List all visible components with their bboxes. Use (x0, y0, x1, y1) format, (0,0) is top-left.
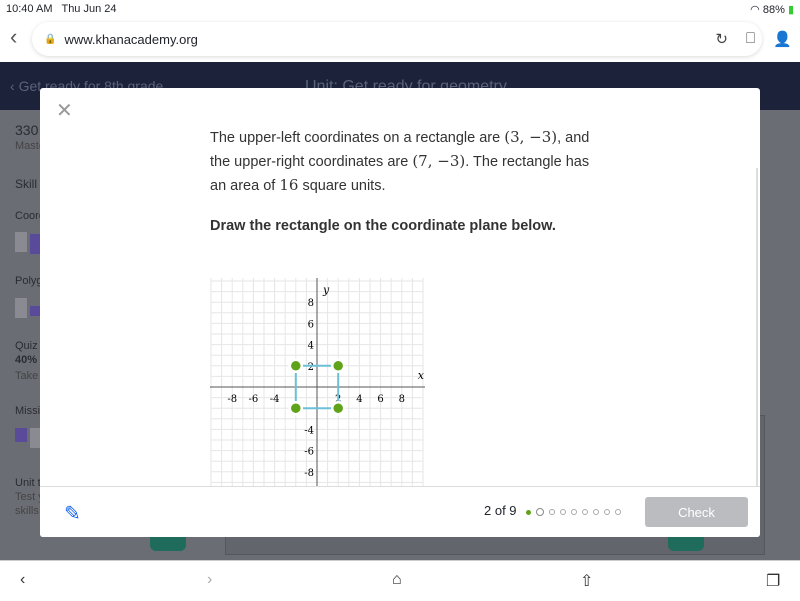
unit-test-desc2: skills (15, 505, 39, 517)
q-point-2: (7, −3) (412, 152, 466, 170)
wifi-icon: ◠ (750, 3, 760, 16)
rectangle-vertex-handle[interactable] (288, 358, 304, 374)
profile-icon[interactable]: 👤 (773, 30, 792, 48)
home-icon[interactable]: ⌂ (392, 571, 402, 589)
date: Thu Jun 24 (61, 3, 117, 15)
x-tick-label: -4 (270, 394, 280, 405)
lock-icon: 🔒 (44, 33, 57, 45)
y-tick-label: -4 (304, 425, 314, 436)
bookmark-icon[interactable]: ⎕ (746, 30, 755, 48)
decoration (668, 537, 704, 551)
battery-percent: 88% (762, 3, 785, 16)
q-area: 16 (279, 176, 299, 194)
progress-dot (526, 509, 531, 515)
exercise-modal: ✕ The upper-left coordinates on a rectan… (40, 88, 760, 537)
status-bar: 10:40 AM Thu Jun 24 ◠ 88% ▮ (0, 0, 800, 18)
skill-heading: Skill (15, 177, 38, 191)
rectangle-vertex-handle[interactable] (330, 358, 346, 374)
progress-text: 2 of 9 (484, 503, 517, 518)
y-tick-label: 8 (308, 298, 314, 309)
instruction: Draw the rectangle on the coordinate pla… (210, 218, 556, 234)
url-text: www.khanacademy.org (64, 31, 198, 47)
y-tick-label: 6 (308, 319, 314, 330)
skill-polyg[interactable]: Polyg (15, 275, 43, 288)
q-text: an area of (210, 178, 280, 194)
q-text: the upper-right coordinates are (210, 154, 413, 170)
coordinate-plane[interactable]: -8 -6 -4 2 4 6 88642-4-6-8xy (210, 278, 426, 490)
x-axis-label: x (418, 369, 425, 382)
question-text: The upper-left coordinates on a rectangl… (210, 126, 600, 198)
skill-missing[interactable]: Missi (15, 405, 40, 418)
decoration (150, 537, 186, 551)
quiz-label[interactable]: Quiz (15, 340, 38, 353)
x-tick-label: -6 (249, 394, 259, 405)
progress-dot (571, 509, 577, 515)
take-quiz[interactable]: Take (15, 370, 38, 383)
forward-icon[interactable]: › (207, 571, 212, 589)
scratchpad-icon[interactable]: ✎ (64, 501, 81, 526)
share-icon[interactable]: ⇧ (580, 571, 593, 591)
reload-icon[interactable]: ↻ (715, 30, 728, 48)
y-tick-label: -6 (304, 447, 314, 458)
rectangle-vertex-handle[interactable] (330, 400, 346, 416)
progress-dot (604, 509, 610, 515)
back-icon[interactable]: ‹ (20, 571, 25, 589)
progress-dot (549, 509, 555, 515)
score: 330 (15, 122, 39, 138)
y-tick-label: 2 (308, 362, 314, 373)
x-tick-label: 8 (399, 394, 405, 405)
progress-dot (536, 508, 544, 516)
progress-dot (593, 509, 599, 515)
check-button[interactable]: Check (645, 497, 748, 527)
rectangle-vertex-handle[interactable] (288, 400, 304, 416)
battery-icon: ▮ (787, 3, 794, 16)
progress-dot (560, 509, 566, 515)
address-bar[interactable]: 🔒 www.khanacademy.org (32, 22, 762, 56)
x-tick-label: 6 (377, 394, 383, 405)
q-text: square units. (298, 178, 386, 194)
progress-dots (526, 508, 621, 516)
progress-dot (615, 509, 621, 515)
safari-bottom-bar: ‹ › ⌂ ⇧ ❐ (0, 560, 800, 601)
q-text: . The rectangle has (465, 154, 590, 170)
tabs-icon[interactable]: ❐ (766, 571, 780, 591)
quiz-percent: 40% (15, 354, 38, 366)
x-tick-label: 4 (356, 394, 362, 405)
browser-toolbar: ‹ 🔒 www.khanacademy.org ↻ ⎕ 👤 (0, 18, 800, 62)
q-text: The upper-left coordinates on a rectangl… (210, 130, 505, 146)
q-point-1: (3, −3) (504, 128, 558, 146)
progress-dot (582, 509, 588, 515)
q-text: , and (557, 130, 590, 146)
y-tick-label: 4 (308, 341, 314, 352)
y-tick-label: -8 (304, 468, 314, 479)
close-icon[interactable]: ✕ (56, 98, 73, 123)
y-axis-label: y (322, 284, 330, 297)
time: 10:40 AM (6, 3, 53, 15)
scrollbar[interactable] (756, 168, 758, 488)
back-icon[interactable]: ‹ (10, 24, 17, 50)
exercise-footer: ✎ 2 of 9 Check (40, 486, 760, 537)
unit-test-label[interactable]: Unit t (15, 477, 41, 490)
x-tick-label: -8 (227, 394, 237, 405)
